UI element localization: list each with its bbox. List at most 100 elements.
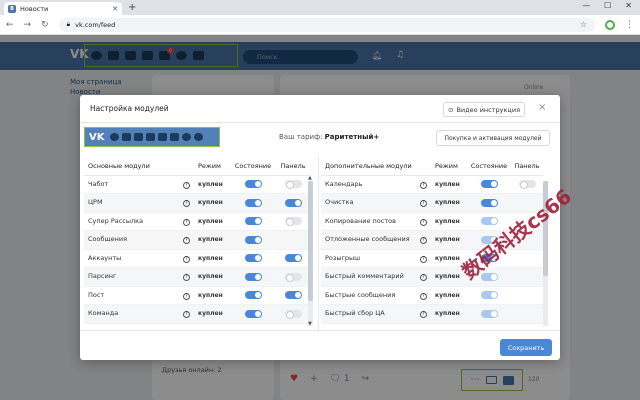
tariff-label: Ваш тариф: [279,133,323,141]
forward-icon[interactable]: → [24,20,32,30]
module-status: куплен [431,230,467,250]
list-icon[interactable] [145,133,155,141]
help-icon[interactable]: ? [183,237,190,245]
module-status: куплен [194,267,230,287]
buy-modules-button[interactable]: Покупка и активация модулей [436,130,550,146]
help-wrap: ? [183,254,190,263]
minimize-button[interactable]: — [582,1,590,10]
help-icon[interactable]: ? [183,181,190,189]
state-toggle[interactable] [244,272,262,281]
state-toggle[interactable] [244,291,262,300]
menu-dots-icon[interactable]: ⋮ [625,20,634,30]
help-icon[interactable]: ? [183,292,190,300]
col-header-mode: Режим [431,158,467,176]
state-cell [467,304,511,324]
messages-icon[interactable] [121,133,131,141]
module-row: Быстрые сообщения? куплен [321,286,543,305]
help-icon[interactable]: ? [420,311,427,319]
state-toggle[interactable] [244,217,262,226]
state-toggle[interactable] [244,254,262,263]
module-row: Быстрый комментарий? куплен [321,267,543,287]
panel-toggle[interactable] [284,217,302,227]
help-icon[interactable]: ? [420,292,427,300]
state-cell [230,230,276,250]
browser-tab[interactable]: В Новости ✕ [4,2,122,15]
help-icon[interactable]: ? [420,181,427,189]
module-status: куплен [194,249,230,268]
state-toggle[interactable] [480,291,498,300]
help-icon[interactable]: ? [183,274,190,282]
address-bar[interactable]: 🔒︎ vk.com/feed ☆ [58,17,595,32]
panel-toggle[interactable] [284,272,302,282]
tariff-info: Ваш тариф: Раритетный+ [279,133,379,141]
module-status: куплен [431,286,467,305]
maximize-button[interactable]: ☐ [604,1,611,10]
back-icon[interactable]: ← [6,20,14,30]
heart-icon[interactable] [181,133,191,141]
state-toggle[interactable] [244,309,262,318]
scroll-up-icon[interactable]: ▲ [308,175,312,181]
panel-toggle[interactable] [284,291,302,300]
help-wrap: ? [183,217,190,226]
module-name: ЦРМ? [84,193,194,213]
table-divider [318,157,319,332]
module-row: Пост? куплен [84,286,310,305]
extension-icon[interactable] [605,19,615,30]
module-status: куплен [194,230,230,250]
state-toggle[interactable] [244,198,262,207]
settings-icon[interactable] [109,133,119,141]
modal-close-icon[interactable]: × [538,102,546,113]
state-cell [230,286,276,305]
module-name: Аккаунты? [84,249,194,268]
panel-toggle[interactable] [518,180,536,190]
left-scrollbar[interactable] [308,181,313,326]
state-toggle[interactable] [244,180,262,189]
module-status: куплен [194,304,230,324]
state-toggle[interactable] [480,309,498,318]
help-wrap: ? [183,235,190,245]
close-window-button[interactable]: ✕ [625,1,632,10]
state-toggle[interactable] [244,235,262,244]
help-icon[interactable]: ? [183,255,190,263]
tab-close-icon[interactable]: ✕ [112,5,118,13]
state-cell [230,267,276,287]
crm-icon[interactable] [133,133,143,141]
mail-icon[interactable] [169,133,179,141]
state-toggle[interactable] [480,198,498,207]
panel-cell [276,267,310,287]
video-instruction-button[interactable]: ⊙ Видео инструкция [443,102,525,117]
module-name: Супер Рассылка? [84,212,194,231]
new-tab-button[interactable]: + [128,2,136,13]
state-toggle[interactable] [480,180,498,189]
main-modules-table: Основные модули Режим Состояние Панель Ч… [84,158,310,324]
module-name: Копирование постов? [321,212,431,231]
help-icon[interactable]: ? [420,218,427,226]
scroll-down-icon[interactable]: ▼ [308,321,312,327]
help-icon[interactable]: ? [183,218,190,226]
calendar-icon[interactable] [157,133,167,141]
module-status: куплен [194,175,230,194]
modal-footer [80,330,560,360]
panel-toggle[interactable] [284,309,302,319]
scroll-thumb[interactable] [308,181,313,301]
panel-toggle[interactable] [284,254,302,263]
bookmark-star-icon[interactable]: ☆ [580,20,587,29]
help-icon[interactable]: ? [420,200,427,208]
save-button[interactable]: Сохранить [500,339,552,356]
module-status: куплен [194,193,230,213]
module-name: Команда? [84,304,194,324]
help-icon[interactable]: ? [420,274,427,282]
reload-icon[interactable]: ↻ [41,20,49,30]
panel-toggle[interactable] [284,180,302,190]
modal-title: Настройка модулей [90,104,169,113]
help-icon[interactable]: ? [420,255,427,263]
panel-cell [276,286,310,305]
state-cell [230,175,276,194]
module-row: Очистка? куплен [321,193,543,213]
panel-toggle[interactable] [284,198,302,207]
user-icon[interactable] [193,133,203,141]
state-toggle[interactable] [480,217,498,226]
help-icon[interactable]: ? [183,200,190,208]
help-icon[interactable]: ? [183,311,190,319]
help-icon[interactable]: ? [420,237,427,245]
